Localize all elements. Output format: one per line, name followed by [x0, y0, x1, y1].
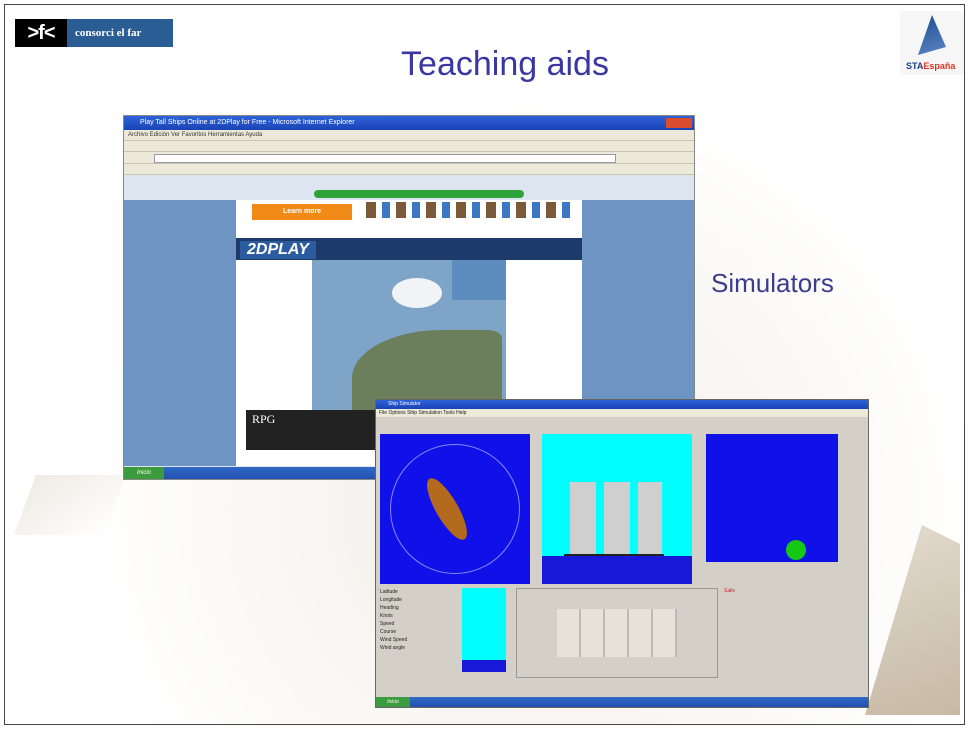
- slide-title: Teaching aids: [401, 45, 609, 83]
- keel-view: [462, 588, 506, 672]
- info-line: Wind angle: [380, 645, 406, 651]
- sail-icon: [918, 15, 946, 55]
- browser-menu-bar: Archivo Edición Ver Favoritos Herramient…: [124, 130, 694, 141]
- banner-button: Learn more: [252, 204, 352, 220]
- info-line: Knots: [380, 613, 393, 619]
- simulator-title-bar: Ship Simulator: [376, 400, 868, 409]
- sta-logo-text: STAEspaña: [906, 61, 956, 71]
- banner-icons: [366, 202, 576, 218]
- info-line: Speed: [380, 621, 395, 627]
- control-buttons: [557, 609, 677, 657]
- window-controls-icon: [666, 118, 692, 128]
- simulator-screenshot: Ship Simulator File Options Ship Simulat…: [375, 399, 869, 708]
- control-panel: [516, 588, 718, 678]
- browser-progress-bar: [314, 190, 524, 198]
- page-margin-left: [124, 200, 236, 466]
- game-land: [352, 330, 502, 410]
- sails-panel-header: Sails: [724, 588, 735, 594]
- simulator-menu-bar: File Options Ship Simulation Tools Help: [376, 409, 868, 417]
- info-line: Longitude: [380, 597, 402, 603]
- game-view: [312, 260, 506, 410]
- browser-links-bar: [124, 164, 694, 175]
- radar-view: [706, 434, 838, 562]
- simulator-start-button: Inicio: [376, 697, 410, 707]
- info-line: Heading: [380, 605, 399, 611]
- info-line: Course: [380, 629, 397, 635]
- sea-area: [542, 556, 692, 584]
- browser-toolbar: [124, 141, 694, 152]
- simulator-taskbar: Inicio: [376, 697, 868, 707]
- info-line: Wind Speed: [380, 637, 408, 643]
- simulators-label: Simulators: [711, 268, 834, 298]
- game-cloud: [392, 278, 442, 308]
- browser-title-bar: Play Tall Ships Online at 2DPlay for Fre…: [124, 116, 694, 130]
- ship-side-view: [542, 434, 692, 584]
- compass-view: [380, 434, 530, 584]
- game-banner: RPG: [246, 410, 386, 450]
- slide: >f< consorci el far Teaching aids STAEsp…: [4, 4, 965, 725]
- consorci-logo-mark: >f<: [15, 19, 67, 47]
- keel-sea: [462, 660, 506, 672]
- site-banner: Learn more: [246, 200, 576, 236]
- sails-panel: Sails: [724, 588, 862, 692]
- consorci-logo-text: consorci el far: [75, 27, 142, 39]
- site-navbar: 2DPLAY: [236, 238, 582, 260]
- navigation-info: Latitude Longitude Heading Knots Speed C…: [380, 588, 460, 676]
- address-field: [154, 154, 616, 163]
- consorci-logo: >f< consorci el far: [15, 19, 173, 47]
- target-dot-icon: [786, 540, 806, 560]
- ship-sails-icon: [570, 482, 662, 554]
- start-button: Inicio: [124, 467, 164, 479]
- browser-window-title: Play Tall Ships Online at 2DPlay for Fre…: [140, 119, 355, 126]
- info-line: Latitude: [380, 589, 398, 595]
- sta-logo: STAEspaña: [900, 11, 964, 75]
- game-minimap: [452, 260, 506, 300]
- site-logo: 2DPLAY: [240, 241, 316, 259]
- browser-address-bar: [124, 152, 694, 164]
